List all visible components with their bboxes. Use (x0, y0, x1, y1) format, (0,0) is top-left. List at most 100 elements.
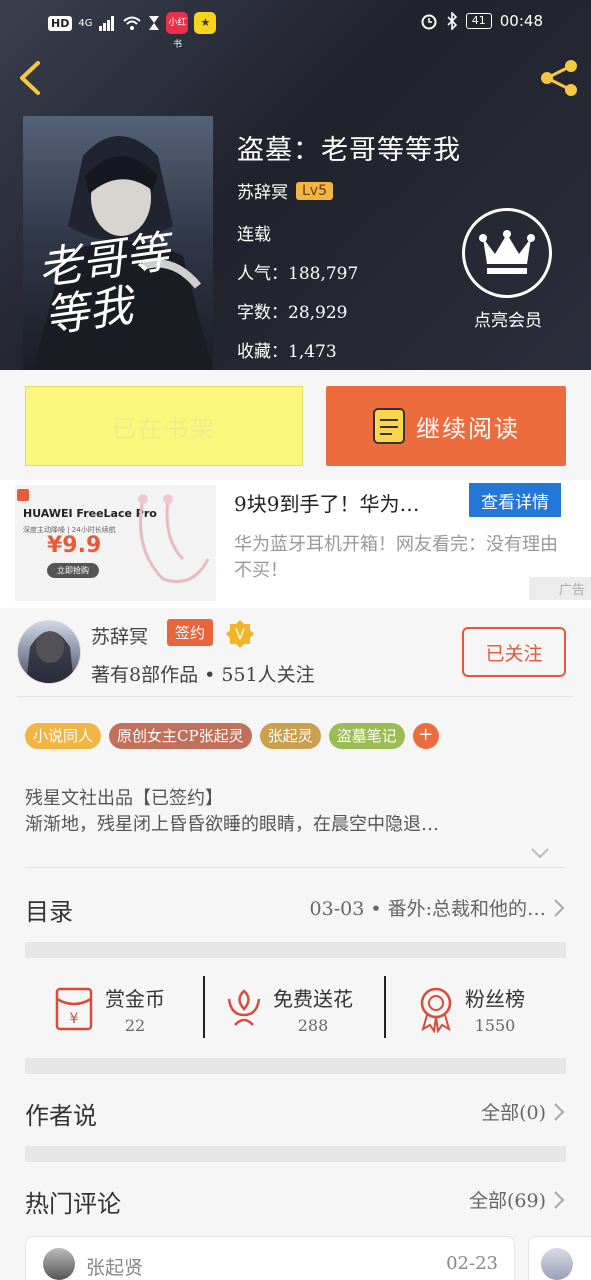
reward-coins-button[interactable]: ¥ 赏金币 22 (51, 978, 165, 1040)
vip-button[interactable]: 点亮会员 (462, 208, 554, 331)
expand-summary-button[interactable] (530, 845, 550, 864)
ad-label: 广告 (528, 577, 591, 600)
ad-banner[interactable]: HUAWEI FreeLace Pro 深度主动降噪 | 24小时长续航 ¥9.… (0, 480, 591, 608)
status-bar: HD 4G 小红书 ★ 41 00:48 (0, 0, 591, 50)
alarm-icon (421, 14, 437, 30)
book-icon (373, 408, 405, 444)
chevron-left-icon (20, 61, 40, 95)
popularity-value: 188,797 (288, 264, 359, 284)
author-says-all: 全部(0) (481, 1102, 546, 1124)
book-header: HD 4G 小红书 ★ 41 00:48 老哥等等我 盗墓：老哥等等我 苏辞冥 … (0, 0, 591, 370)
popularity-stat: 人气：188,797 (237, 259, 358, 284)
hot-comments-title: 热门评论 (25, 1190, 121, 1218)
book-cover[interactable]: 老哥等等我 (23, 116, 213, 370)
comment-date: 02-23 (446, 1253, 498, 1274)
red-envelope-icon: ¥ (55, 987, 93, 1031)
interaction-stats: ¥ 赏金币 22 免费送花 288 粉丝榜 1550 (25, 958, 566, 1058)
book-summary[interactable]: 残星文社出品【已签约】 渐渐地，残星闭上昏昏欲睡的眼睛，在晨空中隐退… (25, 786, 555, 838)
section-separator (25, 1058, 566, 1074)
book-status: 连载 (237, 225, 271, 245)
ad-description: 华为蓝牙耳机开箱！网友看完：没有理由不买！ (234, 534, 558, 581)
follow-button[interactable]: 已关注 (462, 627, 566, 677)
continue-reading-label: 继续阅读 (416, 414, 520, 443)
toc-row[interactable]: 目录 03-03 • 番外:总裁和他的… (25, 880, 566, 936)
share-button[interactable] (537, 56, 581, 100)
in-shelf-button[interactable]: 已在书架 (25, 386, 303, 466)
tag-item[interactable]: 原创女主CP张起灵 (109, 723, 252, 749)
collect-label: 收藏： (237, 342, 288, 362)
ad-logo-icon (17, 489, 29, 501)
tag-list: 小说同人 原创女主CP张起灵 张起灵 盗墓笔记 + (25, 723, 439, 749)
action-bar: 已在书架 继续阅读 (0, 370, 591, 480)
divider (384, 976, 386, 1038)
hot-comments-all: 全部(69) (468, 1190, 546, 1212)
comment-card[interactable]: 张起贤 02-23 (25, 1236, 515, 1280)
free-flowers-value: 288 (297, 1016, 329, 1035)
share-icon (541, 60, 577, 96)
bluetooth-icon (447, 12, 457, 30)
earphone-icon (138, 494, 210, 583)
app-notification-icon: 小红书 (166, 12, 189, 50)
verified-v-text: V (235, 627, 245, 643)
free-flowers-label: 免费送花 (273, 987, 353, 1011)
section-separator (25, 942, 566, 958)
word-count-stat: 字数：28,929 (237, 298, 347, 323)
ad-view-details-button[interactable]: 查看详情 (469, 483, 561, 517)
author-avatar[interactable] (17, 620, 81, 684)
author-name[interactable]: 苏辞冥 (91, 622, 148, 649)
clock: 00:48 (499, 12, 543, 30)
chevron-down-icon (531, 848, 549, 859)
ad-grab-button[interactable]: 立即抢购 (47, 563, 99, 578)
commenter-avatar[interactable] (43, 1248, 75, 1280)
ad-image[interactable]: HUAWEI FreeLace Pro 深度主动降噪 | 24小时长续航 ¥9.… (15, 485, 216, 601)
hot-comments-row[interactable]: 热门评论 全部(69) (25, 1172, 566, 1228)
verified-v-icon: V (226, 620, 254, 648)
toc-latest-chapter: 03-03 • 番外:总裁和他的… (309, 898, 546, 920)
words-value: 28,929 (288, 303, 348, 323)
verified-badge: V (224, 618, 256, 654)
back-button[interactable] (12, 58, 48, 98)
free-flowers-button[interactable]: 免费送花 288 (223, 978, 353, 1040)
svg-text:¥: ¥ (70, 1011, 79, 1027)
ad-price: ¥9.9 (47, 533, 102, 558)
section-separator (25, 1146, 566, 1162)
book-author[interactable]: 苏辞冥 (237, 178, 288, 203)
author-says-title: 作者说 (25, 1102, 97, 1130)
words-label: 字数： (237, 303, 288, 323)
continue-reading-button[interactable]: 继续阅读 (326, 386, 566, 466)
divider (203, 976, 205, 1038)
fan-ranking-label: 粉丝榜 (465, 987, 525, 1011)
fan-ranking-button[interactable]: 粉丝榜 1550 (415, 978, 525, 1040)
author-card: 苏辞冥 签约 V 著有8部作品 • 551人关注 已关注 (0, 608, 591, 698)
signed-badge: 签约 (167, 619, 214, 646)
author-says-row[interactable]: 作者说 全部(0) (25, 1084, 566, 1140)
hd-indicator: HD (48, 15, 73, 31)
chevron-right-icon (554, 898, 565, 917)
battery-indicator: 41 (465, 13, 492, 29)
medal-icon (420, 987, 452, 1033)
collect-stat: 收藏：1,473 (237, 337, 337, 362)
hourglass-icon (149, 16, 160, 30)
comment-card[interactable] (528, 1236, 591, 1280)
commenter-name: 张起贤 (86, 1257, 144, 1279)
author-meta: 著有8部作品 • 551人关注 (91, 664, 315, 686)
divider (17, 696, 573, 697)
commenter-avatar[interactable] (541, 1248, 573, 1280)
summary-line-1: 残星文社出品【已签约】 (25, 788, 223, 809)
wifi-icon (123, 16, 142, 30)
popularity-label: 人气： (237, 264, 288, 284)
network-indicator: 4G (78, 17, 93, 29)
fan-ranking-value: 1550 (474, 1016, 516, 1035)
signal-icon (99, 16, 115, 31)
crown-icon (479, 230, 535, 274)
tag-item[interactable]: 盗墓笔记 (328, 723, 405, 749)
reward-coins-label: 赏金币 (105, 987, 165, 1011)
reward-coins-value: 22 (124, 1016, 146, 1035)
tag-item[interactable]: 张起灵 (259, 723, 321, 749)
tag-item[interactable]: 小说同人 (25, 723, 102, 749)
add-tag-button[interactable]: + (412, 723, 439, 749)
level-badge: Lv5 (296, 181, 333, 200)
vip-label: 点亮会员 (474, 311, 542, 331)
ad-title[interactable]: 9块9到手了！华为… (234, 488, 419, 517)
book-title: 盗墓：老哥等等我 (237, 135, 461, 166)
